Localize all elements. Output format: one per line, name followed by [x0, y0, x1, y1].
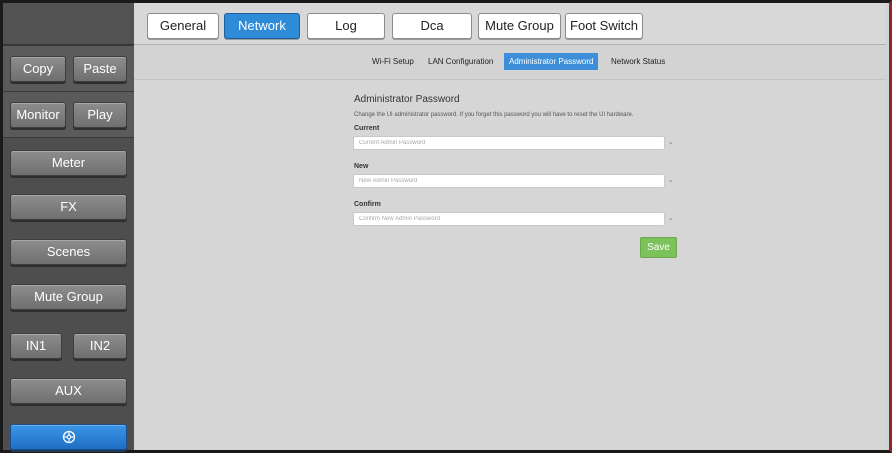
- meter-button[interactable]: Meter: [10, 150, 127, 176]
- tab-foot-switch[interactable]: Foot Switch: [565, 13, 643, 39]
- aux-button[interactable]: AUX: [10, 378, 127, 404]
- current-chevron-icon: ⌄: [668, 139, 674, 146]
- current-password-label: Current: [354, 125, 380, 132]
- subtab-lan-configuration[interactable]: LAN Configuration: [423, 53, 498, 70]
- subtab-wifi-setup[interactable]: Wi-Fi Setup: [367, 53, 419, 70]
- paste-button[interactable]: Paste: [73, 56, 127, 82]
- sidebar-header: [3, 3, 134, 45]
- sub-tab-bar: Wi-Fi Setup LAN Configuration Administra…: [134, 45, 886, 80]
- top-tab-bar: General Network Log Dca Mute Group Foot …: [134, 3, 886, 45]
- confirm-chevron-icon: ⌄: [668, 215, 674, 222]
- confirm-password-label: Confirm: [354, 201, 381, 208]
- monitor-button[interactable]: Monitor: [10, 102, 66, 128]
- panel-title: Administrator Password: [354, 94, 460, 105]
- panel-description: Change the UI administrator password. If…: [354, 112, 634, 118]
- subtab-administrator-password[interactable]: Administrator Password: [504, 53, 599, 70]
- tab-dca[interactable]: Dca: [392, 13, 472, 39]
- sidebar-group-clipboard: Copy Paste: [3, 45, 134, 91]
- save-button[interactable]: Save: [640, 237, 677, 258]
- settings-wheel-button[interactable]: [10, 424, 127, 450]
- confirm-password-input[interactable]: [353, 212, 665, 226]
- copy-button[interactable]: Copy: [10, 56, 66, 82]
- current-password-input[interactable]: [353, 136, 665, 150]
- sidebar-nav: Meter FX Scenes Mute Group IN1 IN2 AUX: [3, 137, 134, 450]
- scenes-button[interactable]: Scenes: [10, 239, 127, 265]
- tab-general[interactable]: General: [147, 13, 219, 39]
- sidebar: Copy Paste Monitor Play Meter FX Scenes …: [3, 3, 134, 450]
- settings-wheel-icon: [62, 429, 76, 444]
- new-password-input[interactable]: [353, 174, 665, 188]
- main-content: Wi-Fi Setup LAN Configuration Administra…: [134, 45, 886, 450]
- play-button[interactable]: Play: [73, 102, 127, 128]
- new-password-label: New: [354, 163, 369, 170]
- tab-mute-group[interactable]: Mute Group: [478, 13, 561, 39]
- new-chevron-icon: ⌄: [668, 177, 674, 184]
- subtab-network-status[interactable]: Network Status: [606, 53, 670, 70]
- sidebar-group-monitor: Monitor Play: [3, 91, 134, 137]
- fx-button[interactable]: FX: [10, 194, 127, 220]
- in2-button[interactable]: IN2: [73, 333, 127, 359]
- tab-log[interactable]: Log: [307, 13, 385, 39]
- mute-group-button[interactable]: Mute Group: [10, 284, 127, 310]
- tab-network[interactable]: Network: [224, 13, 300, 39]
- in1-button[interactable]: IN1: [10, 333, 62, 359]
